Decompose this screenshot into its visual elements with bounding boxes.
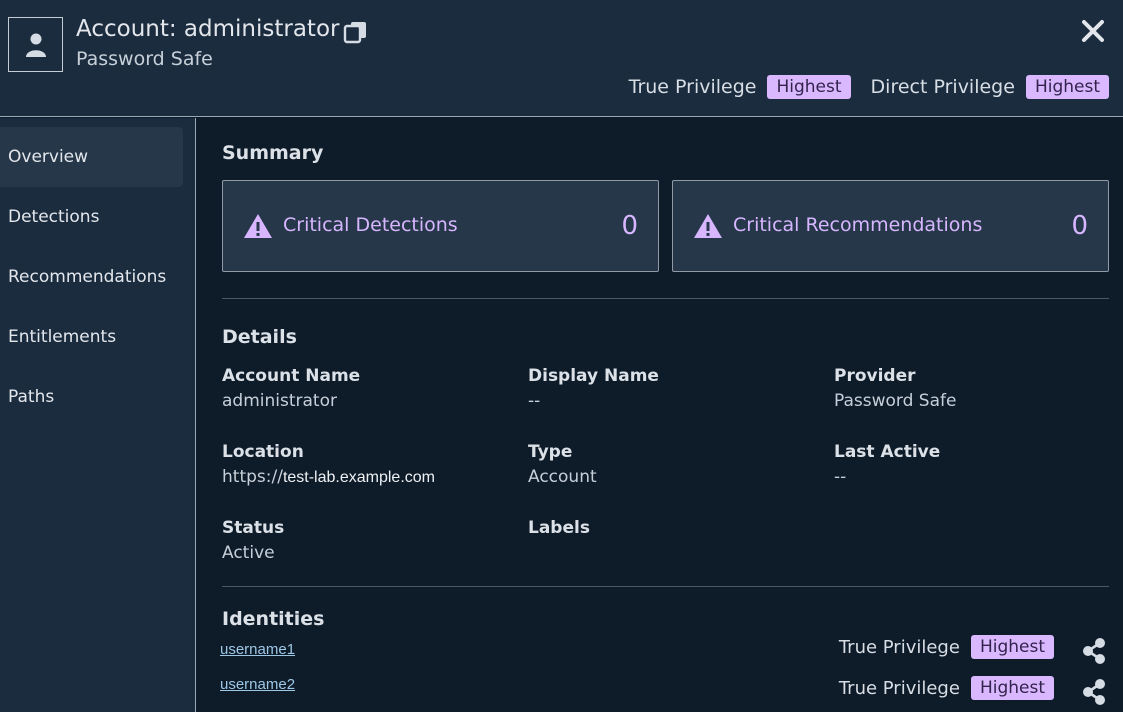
critical-recommendations-card[interactable]: Critical Recommendations 0 — [672, 180, 1109, 272]
type-field: Type Account — [528, 442, 597, 487]
identity-row: username1 True Privilege Highest — [220, 635, 1109, 671]
privilege-summary: True Privilege Highest Direct Privilege … — [629, 75, 1109, 99]
provider-field: Provider Password Safe — [834, 366, 956, 411]
location-label: Location — [222, 442, 304, 462]
avatar — [8, 17, 63, 72]
true-privilege-badge: Highest — [970, 635, 1054, 659]
account-name-value: administrator — [222, 391, 337, 411]
true-privilege-label: True Privilege — [838, 677, 960, 699]
location-value: https://test-lab.example.com — [222, 467, 435, 487]
display-name-field: Display Name -- — [528, 366, 659, 411]
sidebar-item-detections[interactable]: Detections — [0, 187, 183, 247]
critical-detections-count: 0 — [621, 211, 638, 241]
sidebar-item-recommendations[interactable]: Recommendations — [0, 247, 183, 307]
display-name-label: Display Name — [528, 366, 659, 386]
user-icon — [25, 33, 46, 57]
details-title: Details — [222, 326, 297, 348]
header: Account: administrator Password Safe Tru… — [0, 0, 1123, 117]
warning-icon — [694, 214, 722, 238]
close-icon[interactable] — [1080, 18, 1106, 44]
critical-detections-label: Critical Detections — [283, 214, 458, 236]
status-value: Active — [222, 543, 275, 563]
sidebar-item-paths[interactable]: Paths — [0, 367, 183, 427]
summary-title: Summary — [222, 142, 324, 164]
direct-privilege-label: Direct Privilege — [870, 76, 1015, 98]
critical-recommendations-label: Critical Recommendations — [733, 214, 983, 236]
critical-detections-card[interactable]: Critical Detections 0 — [222, 180, 659, 272]
identity-privilege: True Privilege Highest — [839, 635, 1054, 659]
identities-title: Identities — [222, 608, 325, 630]
identity-link-username2[interactable]: username2 — [220, 676, 295, 693]
display-name-value: -- — [528, 391, 541, 411]
identity-link-username1[interactable]: username1 — [220, 641, 295, 658]
identity-row: username2 True Privilege Highest — [220, 676, 1109, 712]
account-name-field: Account Name administrator — [222, 366, 360, 411]
sidebar: Overview Detections Recommendations Enti… — [0, 118, 196, 712]
main-content: Summary Critical Detections 0 Critical R… — [220, 118, 1109, 712]
labels-label: Labels — [528, 518, 590, 538]
sidebar-item-overview[interactable]: Overview — [0, 127, 183, 187]
divider — [222, 298, 1109, 299]
page-subtitle: Password Safe — [76, 48, 213, 70]
last-active-field: Last Active -- — [834, 442, 940, 487]
divider — [222, 586, 1109, 587]
direct-privilege-badge: Highest — [1025, 75, 1109, 99]
critical-recommendations-count: 0 — [1071, 211, 1088, 241]
true-privilege-label: True Privilege — [628, 76, 757, 98]
copy-icon[interactable] — [343, 20, 369, 44]
location-prefix: https:// — [222, 467, 283, 487]
last-active-label: Last Active — [834, 442, 941, 462]
provider-label: Provider — [834, 366, 916, 386]
true-privilege-badge: Highest — [970, 676, 1054, 700]
share-icon[interactable] — [1081, 637, 1107, 665]
location-host: test-lab.example.com — [282, 469, 435, 486]
status-label: Status — [222, 518, 285, 538]
true-privilege-badge: Highest — [767, 75, 851, 99]
true-privilege-label: True Privilege — [838, 636, 960, 658]
share-icon[interactable] — [1081, 678, 1107, 706]
page-title: Account: administrator — [76, 16, 340, 42]
location-field: Location https://test-lab.example.com — [222, 442, 435, 487]
account-name-label: Account Name — [222, 366, 361, 386]
type-label: Type — [528, 442, 573, 462]
last-active-value: -- — [834, 467, 847, 487]
sidebar-item-entitlements[interactable]: Entitlements — [0, 307, 183, 367]
warning-icon — [244, 214, 272, 238]
type-value: Account — [528, 467, 597, 487]
status-field: Status Active — [222, 518, 284, 563]
identity-privilege: True Privilege Highest — [839, 676, 1054, 700]
provider-value: Password Safe — [834, 391, 957, 411]
labels-field: Labels — [528, 518, 590, 538]
